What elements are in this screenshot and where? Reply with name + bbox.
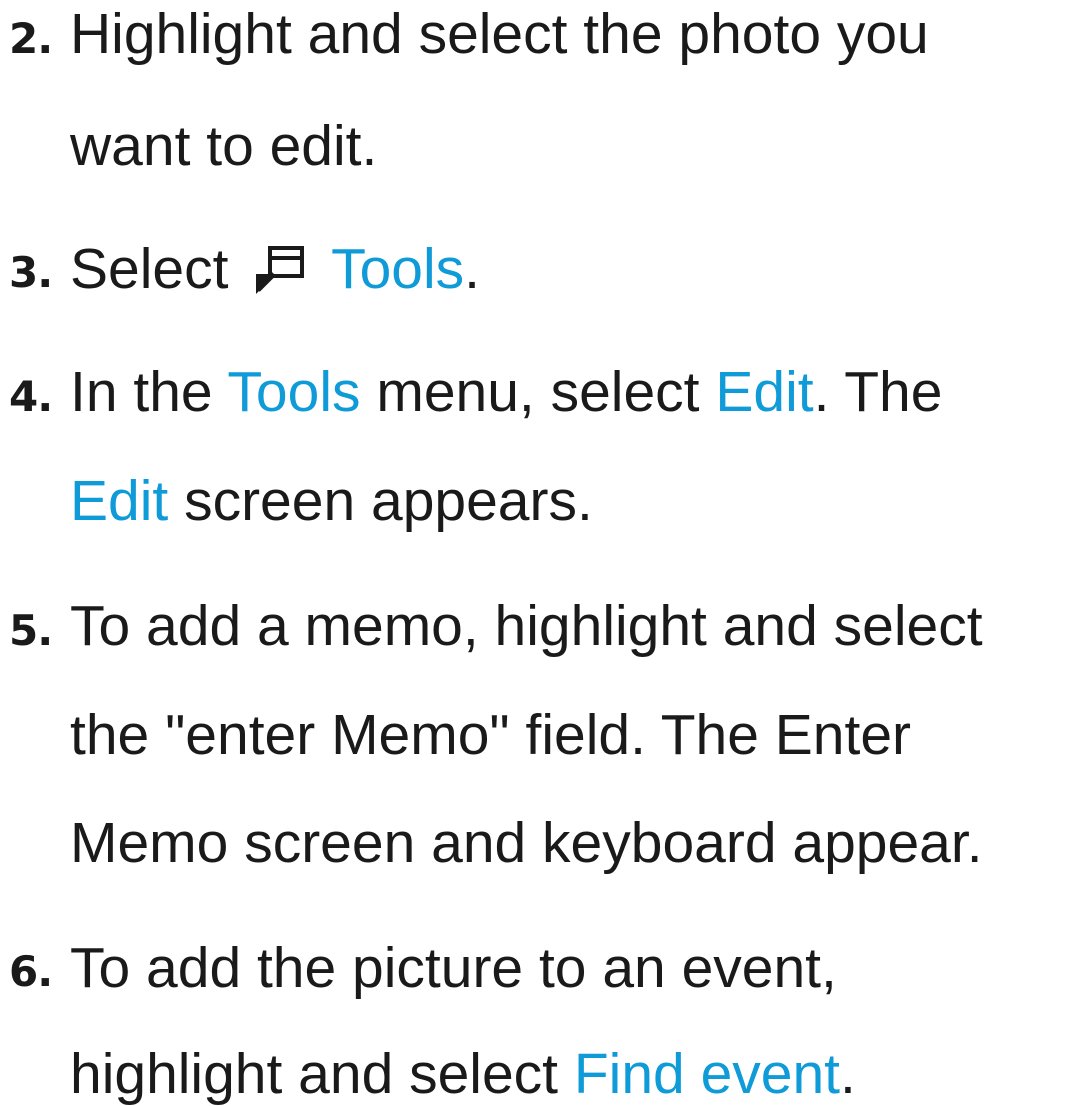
step-number: 6. — [9, 947, 53, 996]
step-text: In the — [70, 360, 228, 424]
step-number: 5. — [9, 606, 53, 655]
step-text: . — [840, 1042, 856, 1106]
step-number: 4. — [9, 372, 53, 421]
step-number: 3. — [9, 248, 53, 297]
step-text-line: Highlight and select the photo you — [70, 2, 929, 66]
step-text-line: Select Tools. — [70, 241, 480, 298]
step-text: screen appears. — [168, 469, 593, 533]
tools-link[interactable]: Tools — [331, 237, 464, 301]
step-text: Select — [70, 237, 229, 301]
find-event-link[interactable]: Find event — [574, 1042, 840, 1106]
step-text-line: highlight and select Find event. — [70, 1046, 856, 1103]
step-text-line: want to edit. — [70, 114, 378, 178]
edit-link[interactable]: Edit — [70, 469, 168, 533]
tools-icon — [246, 244, 310, 294]
step-text-line: Edit screen appears. — [70, 473, 593, 530]
edit-link[interactable]: Edit — [715, 360, 813, 424]
step-text-line: In the Tools menu, select Edit. The — [70, 364, 942, 421]
step-text: menu, select — [360, 360, 716, 424]
step-number: 2. — [9, 14, 53, 63]
tools-link[interactable]: Tools — [227, 360, 360, 424]
step-text-line: To add a memo, highlight and select — [70, 594, 983, 658]
step-text-line: the "enter Memo" field. The Enter — [70, 703, 912, 767]
step-text: . The — [813, 360, 943, 424]
step-text: highlight and select — [70, 1042, 574, 1106]
step-text-line: To add the picture to an event, — [70, 936, 837, 1000]
step-text: . — [464, 237, 480, 301]
step-text-line: Memo screen and keyboard appear. — [70, 811, 983, 875]
